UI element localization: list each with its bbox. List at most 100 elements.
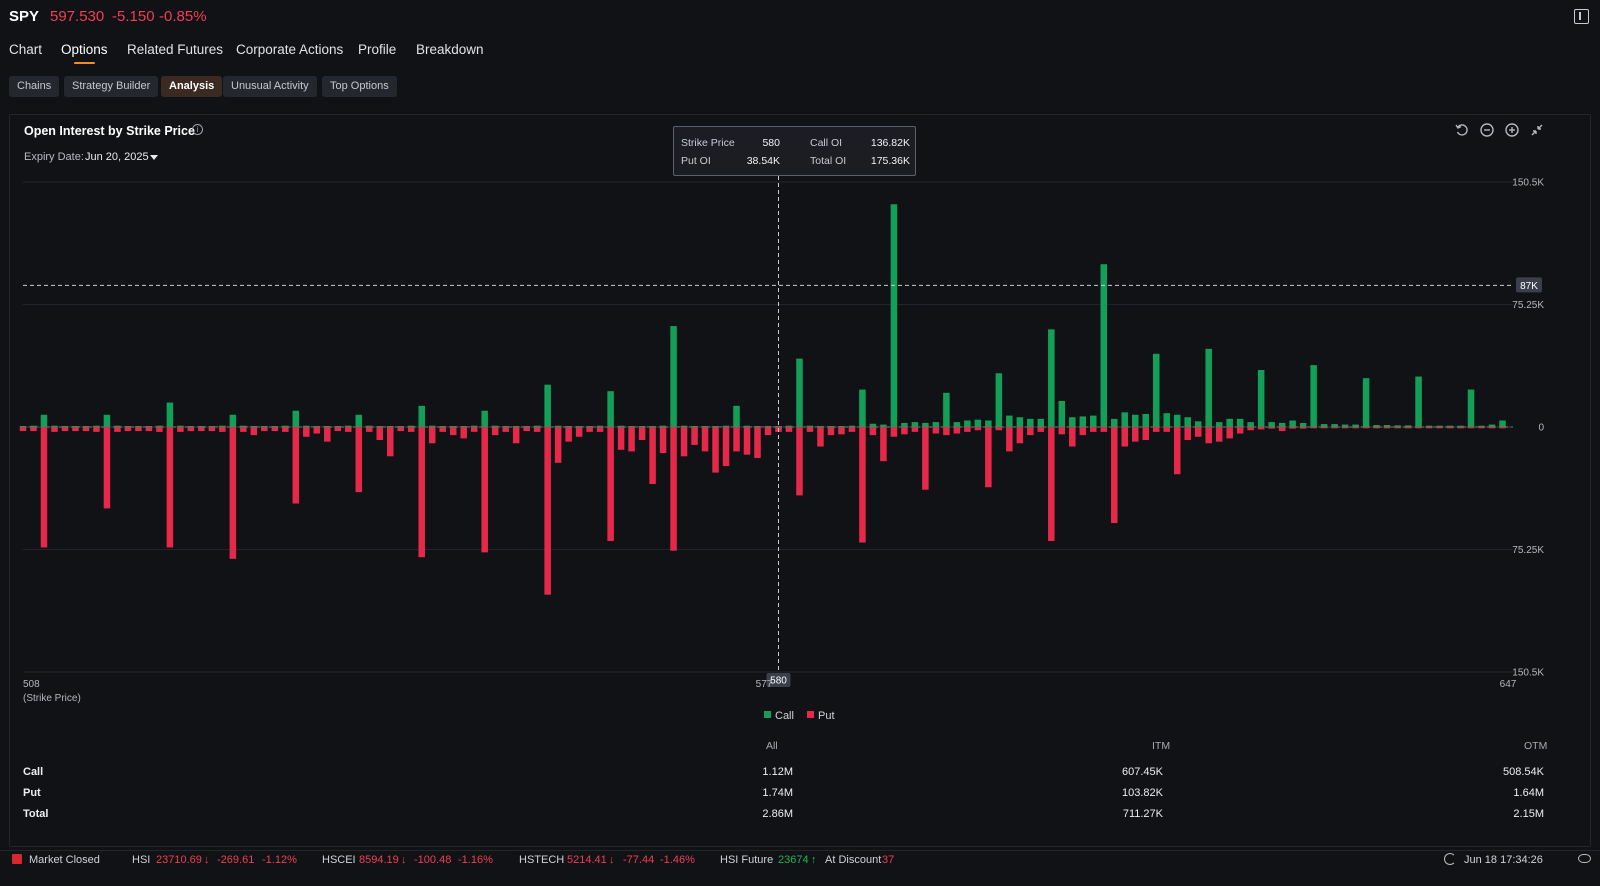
call-bar[interactable] [481,410,488,427]
put-bar[interactable] [1163,427,1170,432]
call-bar[interactable] [712,426,719,427]
put-bar[interactable] [806,427,814,432]
put-bar[interactable] [114,427,121,432]
call-bar[interactable] [922,422,929,427]
put-bar[interactable] [250,427,258,436]
put-bar[interactable] [628,427,635,452]
call-bar[interactable] [964,420,971,427]
call-bar[interactable] [219,425,226,427]
put-bar[interactable] [1058,427,1066,435]
put-bar[interactable] [72,427,79,432]
call-bar[interactable] [1205,348,1212,427]
put-bar[interactable] [470,427,478,432]
put-bar[interactable] [1173,427,1181,475]
call-bar[interactable] [817,426,824,427]
call-bar[interactable] [1446,425,1454,427]
call-bar[interactable] [1299,422,1307,427]
call-bar[interactable] [145,426,153,427]
refresh-icon[interactable] [1444,853,1456,865]
put-bar[interactable] [1310,427,1317,429]
call-bar[interactable] [1499,420,1506,427]
put-bar[interactable] [1278,427,1286,432]
put-bar[interactable] [1268,427,1275,429]
put-bar[interactable] [680,427,688,457]
put-bar[interactable] [1142,427,1149,441]
call-bar[interactable] [670,326,677,427]
put-bar[interactable] [345,427,352,432]
call-bar[interactable] [1069,417,1076,427]
call-bar[interactable] [51,425,58,427]
call-bar[interactable] [1247,422,1254,427]
call-bar[interactable] [691,426,698,427]
put-bar[interactable] [261,427,268,432]
call-bar[interactable] [1331,424,1338,427]
call-bar[interactable] [30,425,37,427]
call-bar[interactable] [806,425,814,427]
call-bar[interactable] [1048,329,1055,427]
put-bar[interactable] [51,427,58,432]
put-bar[interactable] [219,427,226,432]
call-bar[interactable] [659,425,667,427]
eye-icon[interactable] [1578,854,1591,863]
call-bar[interactable] [638,426,646,427]
call-bar[interactable] [387,426,394,427]
put-bar[interactable] [145,427,153,432]
call-bar[interactable] [1121,412,1129,427]
put-bar[interactable] [1048,427,1055,541]
call-bar[interactable] [1341,424,1349,427]
put-bar[interactable] [1037,427,1045,432]
call-bar[interactable] [177,425,184,427]
call-bar[interactable] [544,384,551,427]
call-bar[interactable] [1006,415,1013,427]
put-bar[interactable] [481,427,488,553]
put-bar[interactable] [754,427,761,458]
call-bar[interactable] [355,414,363,427]
put-bar[interactable] [166,427,174,548]
put-bar[interactable] [1111,427,1118,524]
put-bar[interactable] [334,427,342,432]
put-bar[interactable] [324,427,331,442]
call-bar[interactable] [345,425,352,427]
put-bar[interactable] [271,427,279,432]
call-bar[interactable] [1415,376,1422,427]
put-bar[interactable] [932,427,940,434]
put-bar[interactable] [722,427,730,467]
call-bar[interactable] [82,426,90,427]
call-bar[interactable] [1090,415,1097,427]
call-bar[interactable] [764,426,772,427]
put-bar[interactable] [1331,427,1338,429]
call-bar[interactable] [156,425,163,427]
call-bar[interactable] [397,426,404,427]
put-bar[interactable] [838,427,845,435]
put-bar[interactable] [859,427,866,543]
put-bar[interactable] [1446,427,1454,429]
put-bar[interactable] [1069,427,1076,447]
put-bar[interactable] [1415,427,1422,429]
call-bar[interactable] [1037,418,1045,427]
put-bar[interactable] [366,427,373,432]
call-bar[interactable] [198,426,205,427]
call-bar[interactable] [1425,425,1433,427]
put-bar[interactable] [460,427,467,439]
call-bar[interactable] [754,426,761,427]
call-bar[interactable] [880,424,887,427]
put-bar[interactable] [1488,427,1496,429]
put-bar[interactable] [1100,427,1108,432]
call-bar[interactable] [911,422,919,427]
put-bar[interactable] [911,427,919,432]
call-bar[interactable] [1236,418,1244,427]
call-bar[interactable] [649,426,656,427]
call-bar[interactable] [418,405,425,427]
put-bar[interactable] [1341,427,1349,429]
hsi-future-label[interactable]: HSI Future [720,854,773,866]
call-bar[interactable] [61,426,69,427]
call-bar[interactable] [859,389,866,427]
put-bar[interactable] [617,427,625,450]
put-bar[interactable] [1373,427,1380,429]
call-bar[interactable] [1257,370,1265,427]
put-bar[interactable] [649,427,656,484]
call-bar[interactable] [407,425,415,427]
put-bar[interactable] [743,427,751,455]
call-bar[interactable] [1362,378,1370,427]
call-bar[interactable] [1320,424,1328,427]
